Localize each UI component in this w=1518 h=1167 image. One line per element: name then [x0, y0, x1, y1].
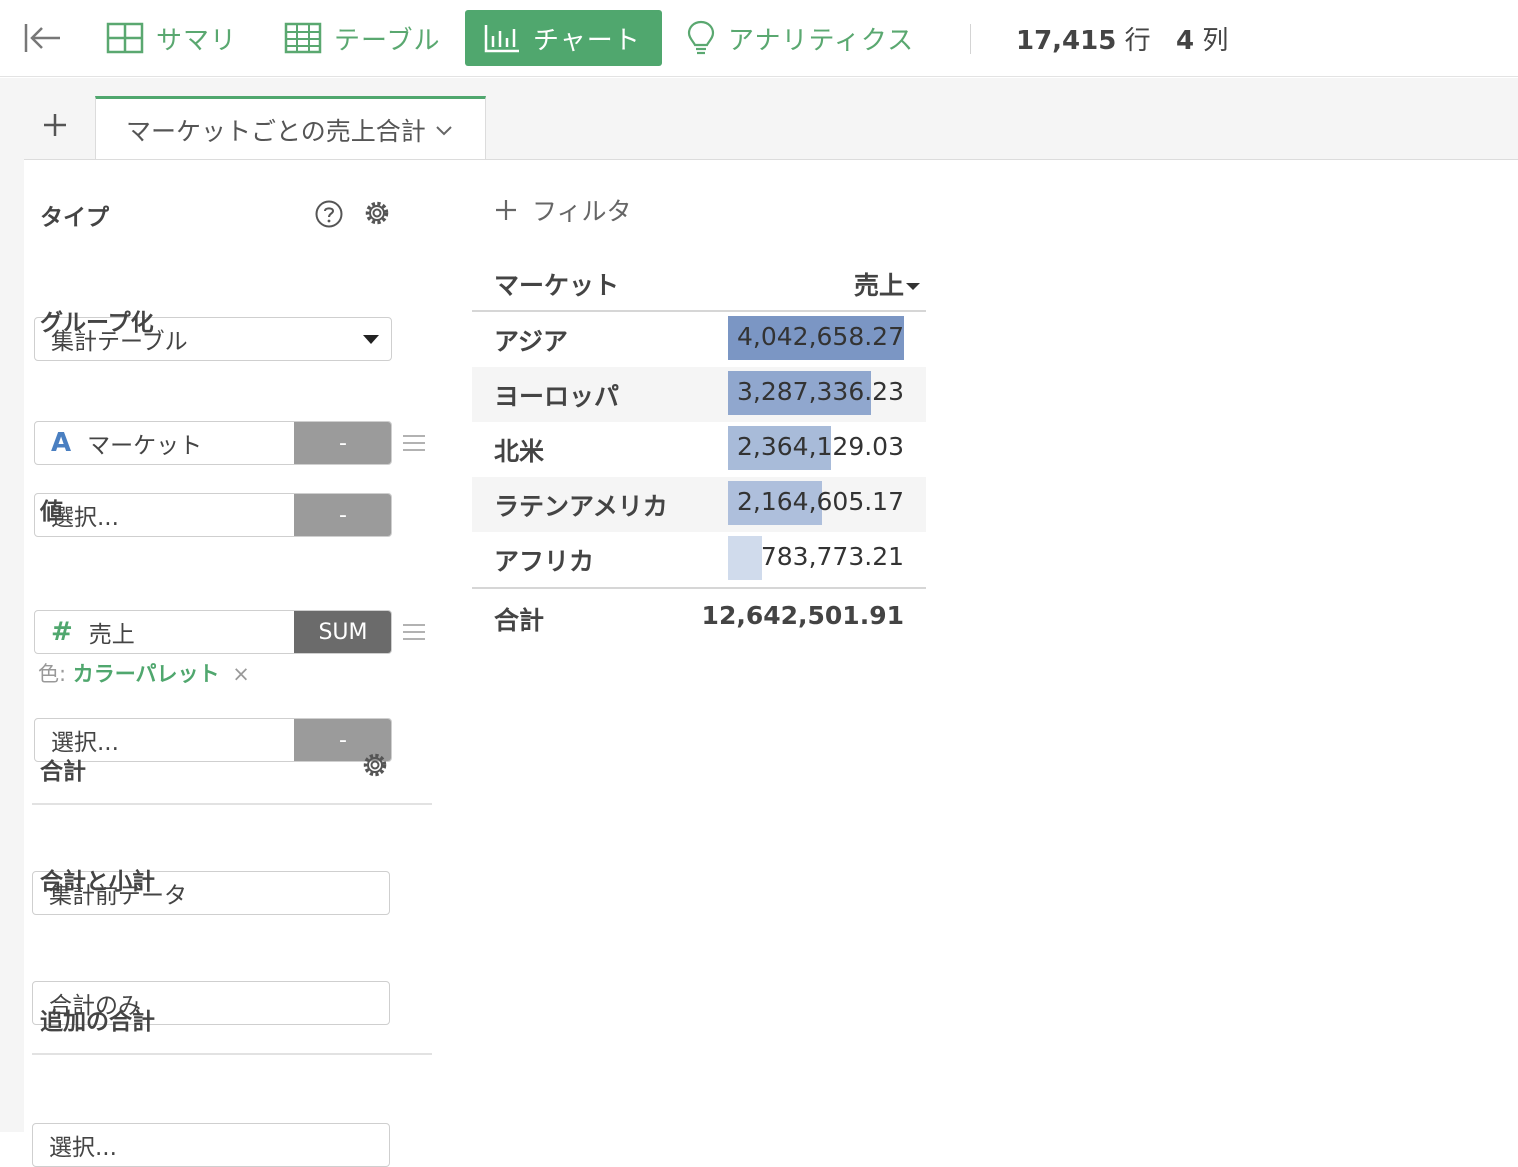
row-count: 17,415 行	[1016, 20, 1151, 57]
extra-total-placeholder: 選択...	[49, 1135, 117, 1161]
tab-chart[interactable]: チャート	[465, 10, 662, 66]
tab-analytics-label: アナリティクス	[728, 25, 915, 56]
extra-total-select[interactable]: 選択...	[32, 1123, 390, 1167]
group-select-agg-button[interactable]: -	[294, 494, 391, 536]
sales-bar	[728, 536, 762, 580]
pivot-table: マーケット 売上 アジア 4,042,658.27 ヨーロッパ 3,287,336.2…	[472, 252, 926, 645]
help-icon[interactable]	[314, 199, 344, 229]
top-toolbar: サマリ テーブル チャート アナリティクス 17,415 行 4 列	[0, 0, 1518, 77]
grid-icon	[106, 22, 144, 54]
sheet-tab[interactable]: マーケットごとの売上合計	[95, 96, 486, 160]
group-field-select[interactable]: 選択... -	[34, 493, 392, 537]
toolbar-divider	[970, 24, 971, 54]
row-market-name: アジア	[494, 327, 569, 356]
group-agg-button[interactable]: -	[294, 422, 391, 464]
workspace: マーケットごとの売上合計 タイプ 集計テーブル グループ化 A マーケット - …	[0, 78, 1518, 1167]
pivot-body: アジア 4,042,658.27 ヨーロッパ 3,287,336.23 北米 2,364,…	[472, 312, 926, 587]
row-market-name: アフリカ	[494, 547, 595, 576]
column-count: 4 列	[1176, 20, 1228, 57]
table-row: ラテンアメリカ 2,164,605.17	[472, 477, 926, 532]
value-agg-button[interactable]: SUM	[294, 611, 391, 653]
subtotal-label: 合計と小計	[40, 869, 155, 895]
table-row: アジア 4,042,658.27	[472, 312, 926, 367]
total-row-value: 12,642,501.91	[701, 601, 904, 630]
total-label: 合計	[40, 759, 86, 785]
number-type-icon: #	[51, 617, 73, 647]
sheet-tab-title: マーケットごとの売上合計	[126, 116, 426, 146]
group-field-name: マーケット	[87, 433, 203, 459]
string-type-icon: A	[51, 428, 72, 458]
tab-summary-label: サマリ	[156, 25, 238, 56]
column-header-market[interactable]: マーケット	[494, 266, 619, 302]
column-count-unit: 列	[1202, 26, 1229, 56]
value-label: 値	[40, 499, 63, 525]
add-filter-button[interactable]: フィルタ	[494, 192, 632, 228]
column-header-sales-label: 売上	[853, 271, 904, 300]
add-filter-label: フィルタ	[532, 197, 632, 226]
lightbulb-icon	[687, 20, 715, 55]
chevron-down-icon[interactable]	[434, 123, 454, 137]
table-row: アフリカ 783,773.21	[472, 532, 926, 587]
row-count-value: 17,415	[1016, 26, 1117, 56]
pivot-total-row: 合計 12,642,501.91	[472, 587, 926, 645]
gear-icon[interactable]	[360, 750, 390, 780]
color-prefix: 色:	[38, 662, 67, 686]
row-count-unit: 行	[1124, 26, 1151, 56]
panel-divider	[32, 803, 432, 805]
drag-handle-icon[interactable]	[402, 622, 426, 642]
add-sheet-icon[interactable]	[38, 108, 72, 142]
plus-icon	[496, 200, 516, 220]
color-palette-link[interactable]: カラーパレット	[73, 662, 220, 686]
row-sales-value: 783,773.21	[760, 542, 904, 571]
table-row: ヨーロッパ 3,287,336.23	[472, 367, 926, 422]
color-setting: 色: カラーパレット ×	[38, 658, 250, 688]
row-market-name: ラテンアメリカ	[494, 492, 668, 521]
tab-table-label: テーブル	[334, 25, 441, 56]
gear-icon[interactable]	[362, 198, 392, 228]
total-row-label: 合計	[494, 606, 545, 635]
chart-canvas: タイプ 集計テーブル グループ化 A マーケット - 選択... - 値 # 売…	[24, 159, 1518, 1167]
column-count-value: 4	[1176, 26, 1195, 56]
table-icon	[284, 22, 322, 54]
tab-table[interactable]: テーブル	[266, 10, 458, 66]
row-market-name: 北米	[494, 437, 545, 466]
group-field-market[interactable]: A マーケット -	[34, 421, 392, 465]
group-label: グループ化	[40, 310, 154, 336]
caret-down-icon	[363, 335, 379, 344]
row-sales-value: 4,042,658.27	[737, 322, 904, 351]
row-sales-value: 3,287,336.23	[737, 377, 904, 406]
row-market-name: ヨーロッパ	[494, 382, 620, 411]
bar-chart-icon	[484, 25, 519, 53]
type-label: タイプ	[40, 205, 109, 231]
value-field-select[interactable]: 選択... -	[34, 718, 392, 762]
table-row: 北米 2,364,129.03	[472, 422, 926, 477]
pivot-header: マーケット 売上	[472, 252, 926, 312]
value-field-name: 売上	[88, 622, 135, 648]
tab-summary[interactable]: サマリ	[88, 10, 255, 66]
clear-color-icon[interactable]: ×	[232, 662, 250, 686]
column-header-sales[interactable]: 売上	[854, 266, 920, 302]
sort-desc-icon[interactable]	[906, 282, 920, 290]
row-sales-value: 2,364,129.03	[737, 432, 904, 461]
value-field-sales[interactable]: # 売上 SUM	[34, 610, 392, 654]
panel-divider	[32, 1053, 432, 1055]
drag-handle-icon[interactable]	[402, 433, 426, 453]
extra-total-label: 追加の合計	[40, 1009, 155, 1035]
tab-analytics[interactable]: アナリティクス	[668, 10, 932, 66]
row-sales-value: 2,164,605.17	[737, 487, 904, 516]
tab-chart-label: チャート	[533, 25, 641, 56]
collapse-sidebar-icon[interactable]	[22, 20, 64, 56]
